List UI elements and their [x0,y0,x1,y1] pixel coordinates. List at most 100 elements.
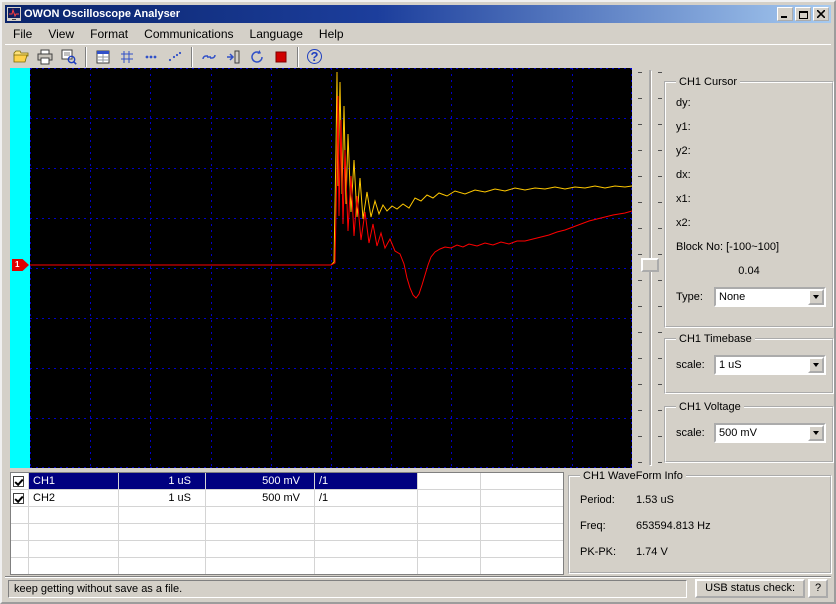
waveform-info-group: CH1 WaveForm Info Period: 1.53 uS Freq: … [568,470,832,574]
minimize-icon [781,16,787,18]
toolbar-separator [85,46,87,67]
cursor-x1-label: x1: [676,193,691,205]
print-preview-button[interactable] [57,45,80,68]
print-preview-icon [61,49,77,65]
cursor-x2-label: x2: [676,217,691,229]
ch2-name-cell: CH2 [29,490,119,506]
close-button[interactable] [813,7,829,21]
open-folder-icon [13,50,28,62]
cursor-y2-label: y2: [676,145,691,157]
app-icon [7,7,21,21]
period-label: Period: [580,494,615,506]
toolbar-separator [297,46,299,67]
vector-display-button[interactable] [163,45,186,68]
ch1-voltage-title: CH1 Voltage [679,401,741,413]
menu-help[interactable]: Help [311,25,352,43]
help-icon: ? [307,49,322,64]
empty-cell [418,490,481,506]
pkpk-value: 1.74 V [636,546,668,558]
printer-icon [37,49,52,64]
ch1-enable-checkbox[interactable] [13,475,24,487]
title-bar[interactable]: OWON Oscilloscope Analyser [5,5,831,23]
chevron-down-icon[interactable] [808,289,824,305]
ch1-timebase-cell: 1 uS [119,473,206,489]
window-title: OWON Oscilloscope Analyser [24,8,181,20]
cursor-type-value: None [719,291,746,303]
scope-display[interactable]: 1 [10,68,632,468]
chevron-down-icon[interactable] [808,357,824,373]
status-message: keep getting without save as a file. [8,579,688,598]
open-file-button[interactable] [9,45,32,68]
slider-thumb[interactable] [641,258,659,272]
ch2-enable-checkbox[interactable] [13,492,24,504]
ch1-cursor-group: CH1 Cursor dy: y1: y2: dx: x1: x2: Block… [664,76,834,328]
table-row-ch2[interactable]: CH2 1 uS 500 mV /1 [11,490,563,507]
toolbar: ? [5,44,831,68]
block-no-label: Block No: [-100~100] [676,241,780,253]
help-button[interactable]: ? [303,45,326,68]
menu-file[interactable]: File [5,25,40,43]
empty-cell [481,490,563,506]
ch2-timebase-cell: 1 uS [119,490,206,506]
pkpk-label: PK-PK: [580,546,617,558]
ch1-name-cell: CH1 [29,473,119,489]
minimize-button[interactable] [777,7,793,21]
ch1-voltage-group: CH1 Voltage scale: 500 mV [664,401,834,463]
ch1-probe-cell: /1 [315,473,418,489]
period-value: 1.53 uS [636,494,674,506]
data-table-button[interactable] [91,45,114,68]
menu-bar: File View Format Communications Language… [5,24,831,44]
data-table-icon [96,50,109,63]
menu-view[interactable]: View [40,25,82,43]
ch2-probe-cell: /1 [315,490,418,506]
voltage-scale-label: scale: [676,427,705,439]
chevron-down-icon[interactable] [808,425,824,441]
dots-display-button[interactable] [139,45,162,68]
grid-display-button[interactable] [115,45,138,68]
block-no-value: 0.04 [738,265,760,277]
cursor-dy-label: dy: [676,97,691,109]
stop-button[interactable] [269,45,292,68]
ch1-cursor-title: CH1 Cursor [679,76,738,88]
get-data-button[interactable] [221,45,244,68]
connect-icon [201,54,216,59]
connect-device-button[interactable] [197,45,220,68]
refresh-icon [250,49,263,63]
auto-refresh-button[interactable] [245,45,268,68]
timebase-scale-select[interactable]: 1 uS [714,355,826,375]
import-icon [226,50,239,63]
status-bar: keep getting without save as a file. USB… [5,576,831,599]
scope-position-slider[interactable] [638,70,662,466]
table-row-empty [11,524,563,541]
cursor-type-label: Type: [676,291,703,303]
ch1-timebase-title: CH1 Timebase [679,333,752,345]
dots-icon [145,55,156,58]
ch2-voltage-cell: 500 mV [206,490,315,506]
timebase-scale-label: scale: [676,359,705,371]
timebase-scale-value: 1 uS [719,359,742,371]
menu-format[interactable]: Format [82,25,136,43]
stop-icon [275,51,286,62]
menu-language[interactable]: Language [242,25,311,43]
waveform-plot [30,68,632,468]
ch1-timebase-group: CH1 Timebase scale: 1 uS [664,333,834,394]
voltage-scale-select[interactable]: 500 mV [714,423,826,443]
freq-value: 653594.813 Hz [636,520,711,532]
ch1-voltage-cell: 500 mV [206,473,315,489]
status-help-button[interactable]: ? [808,579,828,598]
maximize-icon [798,10,808,19]
table-row-empty [11,541,563,558]
menu-communications[interactable]: Communications [136,25,241,43]
empty-cell [418,473,481,489]
cursor-dx-label: dx: [676,169,691,181]
voltage-scale-value: 500 mV [719,427,757,439]
cursor-type-select[interactable]: None [714,287,826,307]
usb-status-check-button[interactable]: USB status check: [695,579,805,598]
channel-table: CH1 1 uS 500 mV /1 CH2 1 uS 500 mV /1 [10,472,564,575]
table-row-empty [11,507,563,524]
toolbar-separator [191,46,193,67]
grid-icon [120,50,133,63]
print-button[interactable] [33,45,56,68]
table-row-ch1[interactable]: CH1 1 uS 500 mV /1 [11,473,563,490]
maximize-button[interactable] [795,7,811,21]
